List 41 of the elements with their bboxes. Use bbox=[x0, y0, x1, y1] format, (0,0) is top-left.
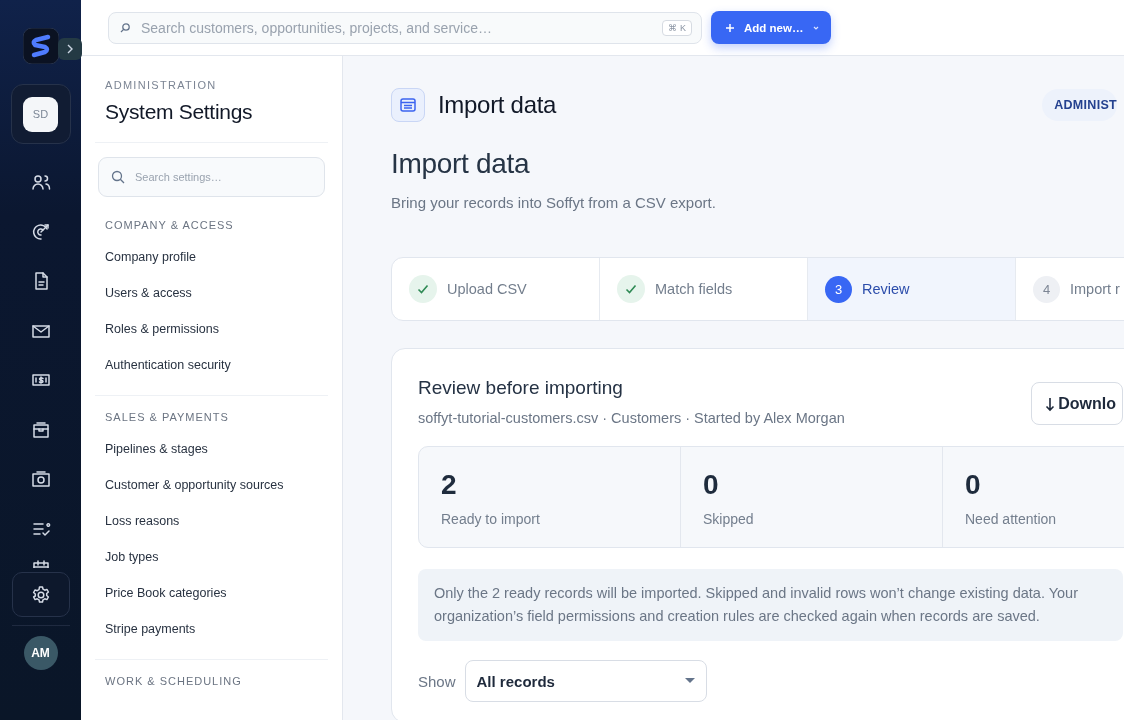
step-tab[interactable]: Match fields bbox=[600, 258, 808, 320]
stat-value: 0 bbox=[965, 469, 982, 501]
card-title: Review before importing bbox=[418, 377, 624, 399]
section-eyebrow: ADMINISTRATION bbox=[105, 79, 218, 91]
add-new-button[interactable]: Add new… bbox=[711, 11, 832, 44]
stat-label: Skipped bbox=[703, 511, 755, 527]
section-heading: SALES & PAYMENTS bbox=[105, 411, 230, 423]
step-number: 3 bbox=[825, 275, 852, 303]
settings-link[interactable]: Stripe payments bbox=[105, 611, 318, 647]
section-heading: WORK & SCHEDULING bbox=[105, 675, 243, 687]
settings-link[interactable]: Pipelines & stages bbox=[105, 431, 318, 467]
file-details: soffyt-tutorial-customers.csv · Customers · Started by Alex Morgan bbox=[418, 410, 845, 426]
filter-label: Show bbox=[418, 672, 456, 690]
settings-link[interactable]: Authentication security bbox=[105, 347, 318, 383]
user-avatar[interactable]: AM bbox=[23, 636, 58, 670]
step-tab[interactable]: Upload CSV bbox=[392, 258, 600, 320]
settings-link[interactable]: Price Book categories bbox=[105, 575, 318, 611]
settings-link[interactable]: Customer & opportunity sources bbox=[105, 467, 318, 503]
page-title: Import data bbox=[391, 148, 531, 180]
settings-link[interactable]: Users & access bbox=[105, 275, 318, 311]
stat-label: Ready to import bbox=[441, 511, 541, 527]
filter-dropdown[interactable]: All records bbox=[464, 660, 707, 702]
download-button[interactable]: Downlo bbox=[1031, 382, 1123, 425]
shortcut-hint: ⌘ K bbox=[662, 19, 692, 36]
step-tab[interactable]: 4 Import r bbox=[1016, 258, 1124, 320]
info-note: Only the 2 ready records will be imported. Skipped and invalid rows won’t change existing data. Your organization’s field permissions and creation rules are checked again when records are saved. bbox=[418, 569, 1123, 641]
section-heading: COMPANY & ACCESS bbox=[105, 219, 235, 231]
stat-label: Need attention bbox=[965, 511, 1058, 527]
stat-value: 2 bbox=[441, 469, 458, 501]
panel-title: System Settings bbox=[105, 100, 254, 124]
page-header-title: Import data bbox=[438, 91, 557, 119]
page-subtitle: Bring your records into Soffyt from a CSV export. bbox=[391, 194, 717, 211]
workspace-button[interactable]: SD bbox=[23, 96, 58, 132]
stat-value: 0 bbox=[703, 469, 720, 501]
settings-link[interactable]: Job types bbox=[105, 539, 318, 575]
role-badge: ADMINIST bbox=[1042, 89, 1117, 121]
settings-link[interactable]: Loss reasons bbox=[105, 503, 318, 539]
settings-link[interactable]: Roles & permissions bbox=[105, 311, 318, 347]
settings-link[interactable]: Company profile bbox=[105, 239, 318, 275]
step-tab[interactable]: 3 Review bbox=[808, 258, 1016, 320]
step-number: 4 bbox=[1033, 275, 1060, 303]
